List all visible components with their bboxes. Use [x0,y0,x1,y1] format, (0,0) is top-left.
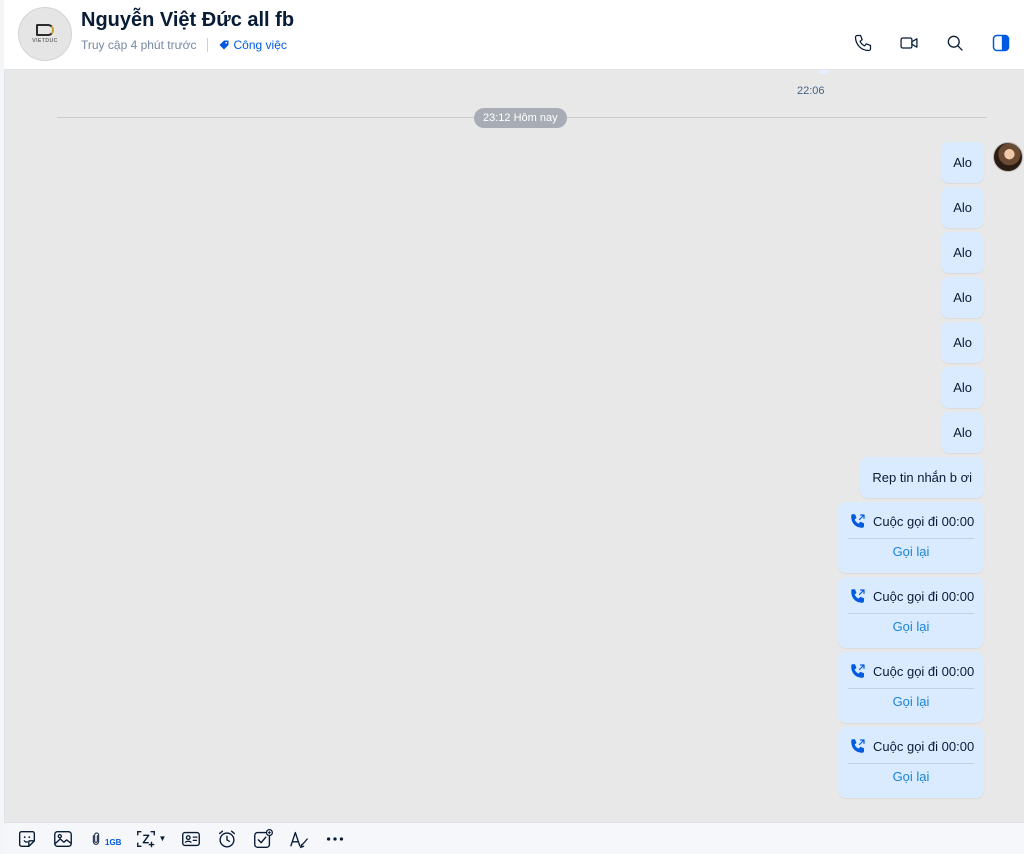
outgoing-call-icon [851,589,865,603]
phone-icon [854,34,872,52]
call-divider [848,538,974,539]
file-size-limit: 1GB [105,838,122,847]
contact-card-icon [182,831,201,846]
call-label: Cuộc gọi đi 00:00 [873,588,975,604]
more-icon [327,836,344,841]
search-icon [947,35,963,51]
call-label: Cuộc gọi đi 00:00 [873,513,975,529]
status-divider [206,38,208,52]
message-list[interactable]: 22:06 23:12 Hôm nay Alo Alo Alo Alo Alo … [4,70,1024,822]
contact-avatar[interactable]: VIETDUC [18,7,72,61]
toggle-info-panel-button[interactable] [978,30,1024,56]
send-contact-card-button[interactable] [180,824,202,854]
date-divider-label: 23:12 Hôm nay [474,108,567,128]
message-bubble[interactable]: Alo [941,232,984,273]
call-back-button[interactable]: Gọi lại [838,769,984,784]
tag-label: Công việc [233,38,287,52]
voice-call-button[interactable] [840,30,886,56]
previous-message-time: 22:06 [797,85,825,97]
avatar-logo-text: VIETDUC [32,38,58,44]
screenshot-icon [137,830,156,847]
sticker-button[interactable] [16,824,38,854]
attach-file-button[interactable]: 1GB [88,824,121,854]
call-back-button[interactable]: Gọi lại [838,694,984,709]
call-label: Cuộc gọi đi 00:00 [873,738,975,754]
tag-icon [219,40,228,50]
chat-header: VIETDUC Nguyễn Việt Đức all fb Truy cập … [4,0,1024,70]
call-log-bubble[interactable]: Cuộc gọi đi 00:00 Gọi lại [838,502,984,573]
sticker-icon [18,830,36,847]
contact-name[interactable]: Nguyễn Việt Đức all fb [81,9,294,32]
contact-status-line: Truy cập 4 phút trước Công việc [81,38,287,52]
previous-message-bubble-edge [817,70,829,74]
header-actions [840,30,1024,56]
message-group: Alo Alo Alo Alo Alo Alo Alo Rep tin nhắn… [838,142,984,798]
message-bubble[interactable]: Alo [941,367,984,408]
label-tag[interactable]: Công việc [218,38,287,52]
message-bubble[interactable]: Alo [941,277,984,318]
send-image-button[interactable] [52,824,74,854]
call-divider [848,613,974,614]
assign-task-button[interactable] [252,824,274,854]
task-checkbox-icon [254,828,274,848]
message-bubble[interactable]: Rep tin nhắn b ơi [860,457,984,498]
call-log-bubble[interactable]: Cuộc gọi đi 00:00 Gọi lại [838,652,984,723]
sender-avatar[interactable] [993,142,1023,172]
video-call-button[interactable] [886,30,932,56]
text-format-button[interactable] [288,824,310,854]
composer-toolbar: 1GB ▼ [4,822,1024,854]
vietduc-logo-icon [36,24,54,36]
call-divider [848,688,974,689]
sidebar-panel-icon [992,34,1010,52]
more-options-button[interactable] [324,824,346,854]
message-bubble[interactable]: Alo [941,142,984,183]
call-log-bubble[interactable]: Cuộc gọi đi 00:00 Gọi lại [838,727,984,798]
video-camera-icon [900,37,918,49]
outgoing-call-icon [851,739,865,753]
message-bubble[interactable]: Alo [941,412,984,453]
call-label: Cuộc gọi đi 00:00 [873,663,975,679]
outgoing-call-icon [851,664,865,678]
search-button[interactable] [932,30,978,56]
attachment-icon [92,831,100,845]
call-back-button[interactable]: Gọi lại [838,619,984,634]
outgoing-call-icon [851,514,865,528]
message-bubble[interactable]: Alo [941,187,984,228]
image-icon [54,830,72,847]
call-divider [848,763,974,764]
screenshot-button[interactable]: ▼ [135,824,166,854]
last-seen-text: Truy cập 4 phút trước [81,38,197,52]
call-log-bubble[interactable]: Cuộc gọi đi 00:00 Gọi lại [838,577,984,648]
alarm-clock-icon [219,830,236,847]
call-back-button[interactable]: Gọi lại [838,544,984,559]
message-bubble[interactable]: Alo [941,322,984,363]
reminder-button[interactable] [216,824,238,854]
text-format-icon [290,831,309,848]
chevron-down-icon[interactable]: ▼ [158,834,166,843]
